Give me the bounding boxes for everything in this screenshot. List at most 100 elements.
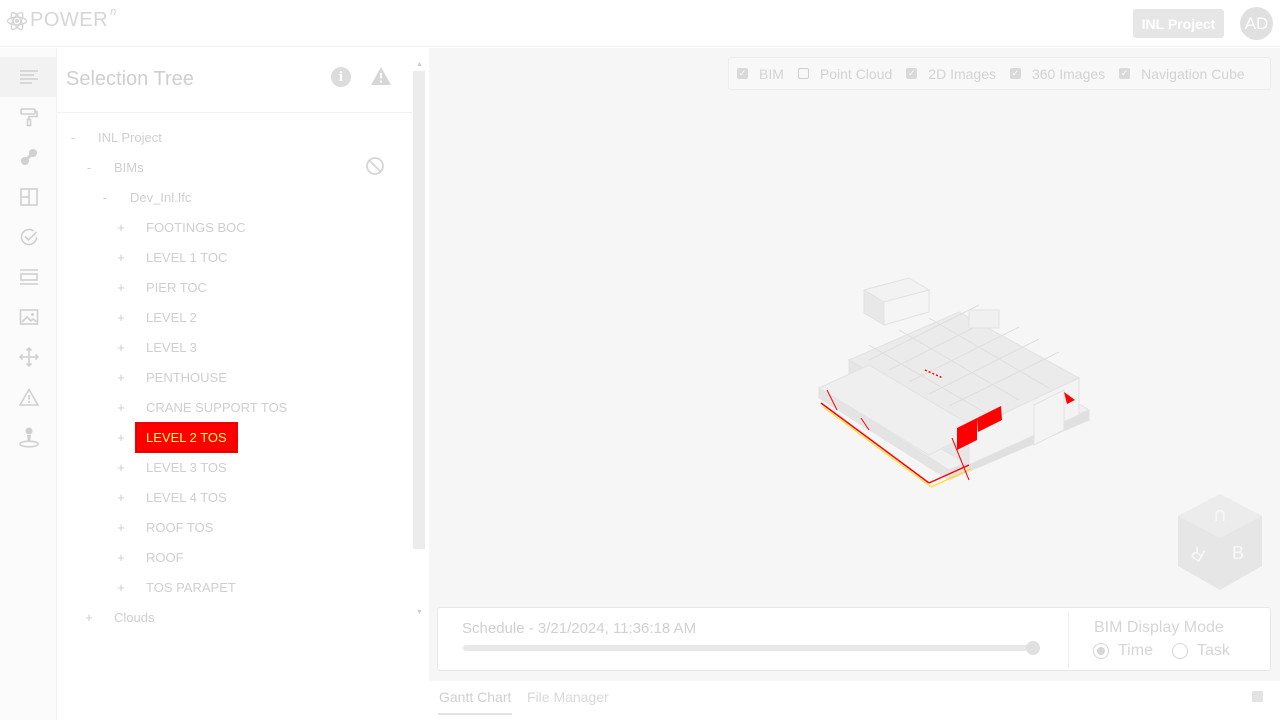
user-avatar[interactable]: AD: [1240, 7, 1273, 40]
scroll-down-arrow-icon[interactable]: ▼: [416, 609, 423, 616]
tree-label[interactable]: PENTHOUSE: [144, 370, 229, 385]
visibility-toggle[interactable]: ✓ 2D Images: [906, 66, 996, 82]
minimize-panel-icon[interactable]: [1252, 691, 1263, 702]
tree-label[interactable]: PIER TOC: [144, 280, 209, 295]
info-icon[interactable]: i: [331, 67, 351, 87]
tree-node-level[interactable]: + LEVEL 3 TOS: [114, 457, 229, 477]
tool-rail: [0, 48, 57, 720]
tree-node-level[interactable]: + LEVEL 1 TOC: [114, 247, 229, 267]
tree-label[interactable]: ROOF TOS: [144, 520, 215, 535]
move-icon[interactable]: [0, 337, 57, 377]
tree-toggle[interactable]: +: [114, 370, 128, 385]
tree-toggle[interactable]: -: [82, 160, 96, 175]
scroll-thumb[interactable]: [413, 71, 425, 549]
tree-label[interactable]: CRANE SUPPORT TOS: [144, 400, 289, 415]
3d-viewer[interactable]: ✓ BIM Point Cloud ✓ 2D Images ✓ 360 Images ✓ Nav…: [429, 48, 1280, 681]
tree-node-file[interactable]: - Dev_Inl.Ifc: [98, 187, 193, 207]
checkbox-checked-icon[interactable]: ✓: [737, 68, 748, 79]
dimension-icon[interactable]: [0, 257, 57, 297]
navcube-right-face[interactable]: B: [1232, 543, 1244, 563]
tree-node-clouds[interactable]: + Clouds: [82, 607, 156, 627]
panel-divider: [57, 112, 413, 113]
tree-label[interactable]: Dev_Inl.Ifc: [128, 190, 193, 205]
visibility-toggle[interactable]: ✓ 360 Images: [1009, 65, 1106, 82]
tree-label[interactable]: FOOTINGS BOC: [144, 220, 248, 235]
image-icon[interactable]: [0, 297, 57, 337]
tree-toggle[interactable]: +: [114, 280, 128, 295]
tree-toggle[interactable]: +: [114, 310, 128, 325]
tree-node-project[interactable]: - INL Project: [66, 127, 164, 147]
tree-toggle[interactable]: +: [114, 400, 128, 415]
warning-icon[interactable]: [370, 66, 392, 86]
checkbox-unchecked-icon[interactable]: [797, 68, 809, 79]
tree-node-level[interactable]: + LEVEL 2: [114, 307, 199, 327]
check-circle-icon[interactable]: [0, 217, 57, 257]
tree-label[interactable]: ROOF: [144, 550, 186, 565]
tree-node-level[interactable]: + ROOF: [114, 547, 186, 567]
navcube-top-face[interactable]: U: [1214, 506, 1226, 523]
tree-label-selected[interactable]: LEVEL 2 TOS: [135, 421, 238, 453]
tree-label[interactable]: Clouds: [112, 610, 156, 625]
warning-rail-icon[interactable]: [0, 377, 57, 417]
tree-node-level[interactable]: + CRANE SUPPORT TOS: [114, 397, 289, 417]
tree-label[interactable]: BIMs: [112, 160, 146, 175]
tab-file-manager[interactable]: File Manager: [527, 689, 609, 715]
tree-label[interactable]: LEVEL 4 TOS: [144, 490, 229, 505]
tree-label[interactable]: LEVEL 2: [144, 310, 199, 325]
tree-toggle[interactable]: +: [114, 520, 128, 535]
tree-toggle[interactable]: +: [114, 220, 128, 235]
tree-toggle[interactable]: +: [82, 610, 96, 625]
tree-label[interactable]: LEVEL 3: [144, 340, 199, 355]
tree-node-level[interactable]: + LEVEL 2 TOS: [114, 421, 238, 453]
tree-toggle[interactable]: +: [114, 460, 128, 475]
paint-roller-icon[interactable]: [0, 97, 57, 137]
tree-toggle[interactable]: -: [98, 190, 112, 205]
radio-circle[interactable]: [1093, 643, 1109, 659]
tree-label[interactable]: LEVEL 3 TOS: [144, 460, 229, 475]
scroll-up-arrow-icon[interactable]: ▲: [416, 61, 423, 68]
project-button[interactable]: INL Project: [1133, 9, 1224, 38]
tree-node-level[interactable]: + PIER TOC: [114, 277, 209, 297]
tree-node-level[interactable]: + PENTHOUSE: [114, 367, 229, 387]
schedule-slider-thumb[interactable]: [1026, 641, 1040, 655]
tree-scrollbar[interactable]: ▲ ▼: [412, 61, 426, 621]
tab-gantt-chart[interactable]: Gantt Chart: [438, 689, 513, 715]
link-icon[interactable]: [0, 137, 57, 177]
tree-node-level[interactable]: + FOOTINGS BOC: [114, 217, 248, 237]
tree-label[interactable]: INL Project: [96, 130, 164, 145]
selection-tree-icon[interactable]: [0, 57, 57, 97]
schedule-slider-track[interactable]: [463, 645, 1040, 651]
checkbox-checked-icon[interactable]: ✓: [1119, 68, 1131, 79]
tree-node-level[interactable]: + TOS PARAPET: [114, 577, 238, 597]
tree-label[interactable]: LEVEL 1 TOC: [144, 250, 229, 265]
tree-label[interactable]: TOS PARAPET: [144, 580, 238, 595]
tree-node-level[interactable]: + LEVEL 3: [114, 337, 199, 357]
tree-toggle[interactable]: +: [114, 550, 128, 565]
tree-toggle[interactable]: +: [114, 340, 128, 355]
mode-task-radio[interactable]: Task: [1172, 642, 1230, 660]
tree-node-level[interactable]: + LEVEL 4 TOS: [114, 487, 229, 507]
tree-toggle[interactable]: +: [114, 430, 128, 445]
navigation-cube[interactable]: U R B: [1174, 492, 1266, 592]
app-logo[interactable]: POWER n: [6, 5, 117, 32]
visibility-label: 360 Images: [1031, 65, 1106, 82]
tree-toggle[interactable]: +: [114, 250, 128, 265]
logo-superscript: n: [110, 5, 117, 18]
radio-circle[interactable]: [1172, 643, 1188, 659]
visibility-toggle[interactable]: ✓ Navigation Cube: [1119, 66, 1245, 82]
checkbox-checked-icon[interactable]: ✓: [1009, 68, 1021, 79]
tree-toggle[interactable]: -: [66, 130, 80, 145]
bim-model-render[interactable]: [809, 270, 1139, 530]
checkbox-checked-icon[interactable]: ✓: [906, 68, 918, 79]
mode-time-radio[interactable]: Time: [1093, 642, 1153, 660]
visibility-toggle[interactable]: ✓ BIM: [737, 66, 784, 82]
pin-location-icon[interactable]: [0, 417, 57, 457]
tree-node-level[interactable]: + ROOF TOS: [114, 517, 215, 537]
tree-toggle[interactable]: +: [114, 580, 128, 595]
tree-node-bims[interactable]: - BIMs: [82, 157, 146, 177]
layout-grid-icon[interactable]: [0, 177, 57, 217]
hide-block-icon[interactable]: [365, 156, 385, 176]
visibility-toggle[interactable]: Point Cloud: [797, 66, 892, 82]
schedule-panel: Schedule - 3/21/2024, 11:36:18 AM BIM Di…: [437, 607, 1271, 671]
tree-toggle[interactable]: +: [114, 490, 128, 505]
